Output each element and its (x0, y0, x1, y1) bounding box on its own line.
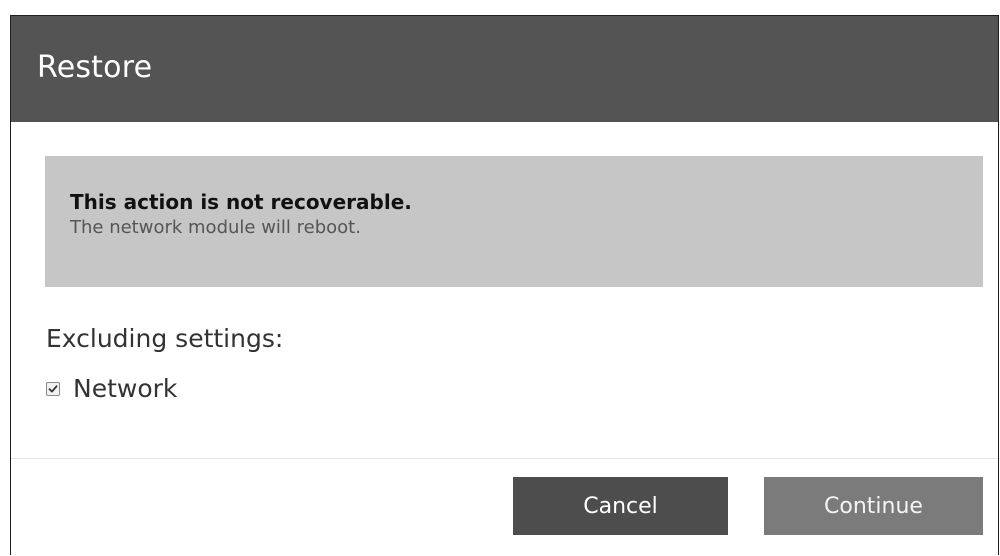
cancel-button[interactable]: Cancel (513, 477, 728, 535)
setting-network[interactable]: Network (46, 374, 177, 403)
excluding-settings-label: Excluding settings: (46, 324, 284, 353)
warning-text: The network module will reboot. (70, 217, 361, 238)
warning-box: This action is not recoverable. The netw… (45, 156, 983, 287)
footer-divider (11, 458, 998, 459)
restore-dialog: Restore This action is not recoverable. … (10, 15, 999, 555)
dialog-header: Restore (11, 16, 998, 122)
continue-button[interactable]: Continue (764, 477, 983, 535)
checkmark-icon (48, 384, 58, 392)
network-checkbox[interactable] (46, 381, 60, 396)
dialog-title: Restore (37, 49, 153, 85)
network-label: Network (73, 374, 178, 403)
warning-title: This action is not recoverable. (70, 190, 412, 214)
